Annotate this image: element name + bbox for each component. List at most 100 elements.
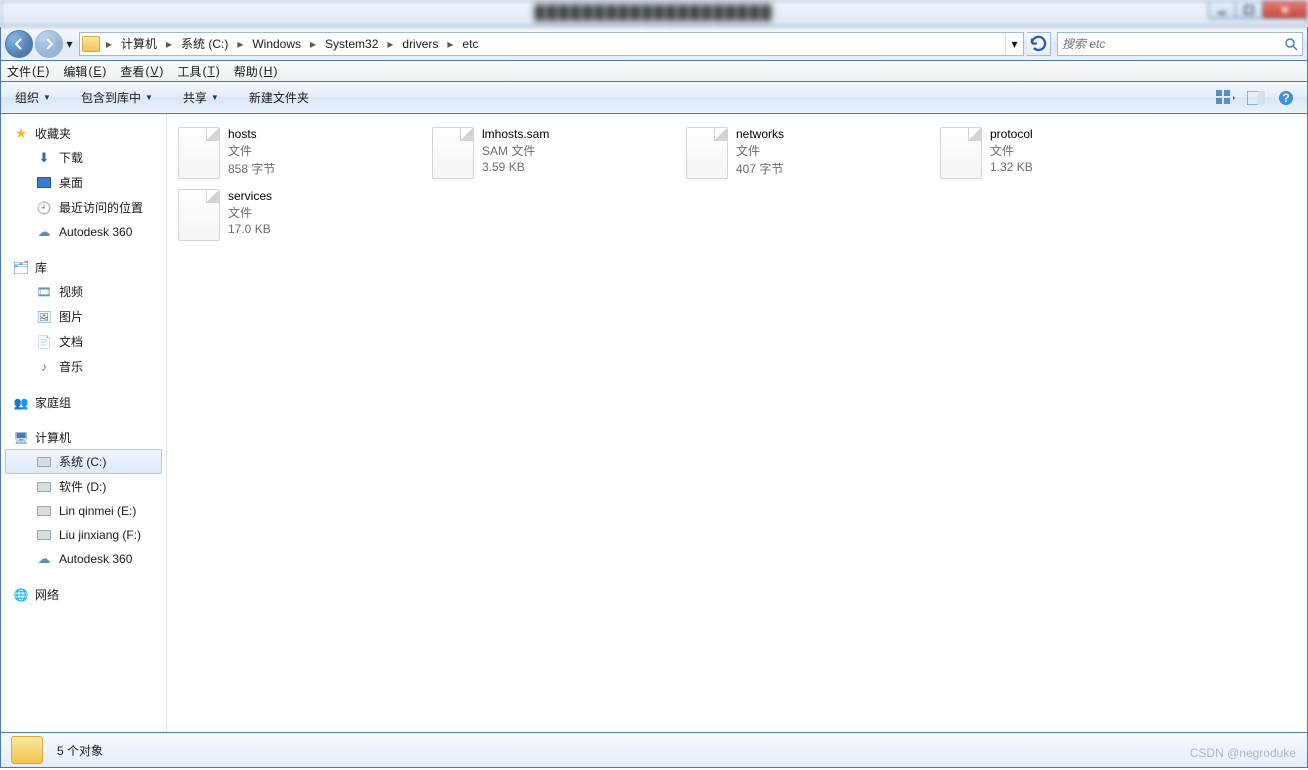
chevron-down-icon: ▼ [145,93,153,102]
sidebar-item-drive-c[interactable]: 系统 (C:) [5,449,162,474]
computer-header[interactable]: 🖥计算机 [1,426,166,449]
desktop-icon [36,175,52,191]
explorer-body: ★收藏夹 ⬇下载 桌面 🕘最近访问的位置 ☁Autodesk 360 🗂库 🎞视… [0,114,1308,732]
crumb-etc[interactable]: etc [457,37,483,51]
close-button[interactable] [1262,1,1308,19]
crumb-windows[interactable]: Windows [247,37,306,51]
minimize-button[interactable] [1208,1,1236,19]
crumb-computer[interactable]: 计算机 [116,35,162,52]
forward-button[interactable] [35,30,63,58]
navigation-pane: ★收藏夹 ⬇下载 桌面 🕘最近访问的位置 ☁Autodesk 360 🗂库 🎞视… [1,114,167,732]
command-bar: 组织▼ 包含到库中▼ 共享▼ 新建文件夹 ? [0,82,1308,114]
sidebar-item-recent[interactable]: 🕘最近访问的位置 [5,195,162,220]
include-in-library-button[interactable]: 包含到库中▼ [75,85,159,110]
menu-file[interactable]: 文件(F) [7,63,49,80]
window-titlebar: ████████████████████ [0,0,1308,27]
address-dropdown[interactable]: ▾ [1005,33,1023,55]
file-icon [940,127,982,179]
file-type: 文件 [990,142,1033,159]
breadcrumb: ▸ 计算机 ▸ 系统 (C:) ▸ Windows ▸ System32 ▸ d… [102,33,483,55]
file-item[interactable]: services 文件 17.0 KB [171,184,425,246]
file-list[interactable]: hosts 文件 858 字节 lmhosts.sam SAM 文件 3.59 … [167,114,1307,732]
recent-icon: 🕘 [36,200,52,216]
file-type: 文件 [228,142,275,159]
sidebar-item-downloads[interactable]: ⬇下载 [5,145,162,170]
sidebar-item-documents[interactable]: 📄文档 [5,329,162,354]
maximize-button[interactable] [1235,1,1263,19]
sidebar-item-pictures[interactable]: 🖼图片 [5,304,162,329]
file-icon [686,127,728,179]
file-item[interactable]: lmhosts.sam SAM 文件 3.59 KB [425,122,679,184]
menu-view[interactable]: 查看(V) [120,63,163,80]
sidebar-item-videos[interactable]: 🎞视频 [5,279,162,304]
star-icon: ★ [13,126,29,142]
network-header[interactable]: 🌐网络 [1,583,166,606]
computer-icon: 🖥 [13,430,29,446]
libraries-header[interactable]: 🗂库 [1,256,166,279]
sidebar-item-drive-d[interactable]: 软件 (D:) [5,474,162,499]
refresh-button[interactable] [1027,32,1051,56]
chevron-right-icon[interactable]: ▸ [162,37,176,51]
picture-icon: 🖼 [36,309,52,325]
file-icon [178,189,220,241]
homegroup-header[interactable]: 👥家庭组 [1,391,166,414]
download-icon: ⬇ [36,150,52,166]
menu-help[interactable]: 帮助(H) [234,63,278,80]
file-size: 17.0 KB [228,222,272,236]
file-name: hosts [228,127,275,141]
chevron-right-icon[interactable]: ▸ [383,37,397,51]
sidebar-item-desktop[interactable]: 桌面 [5,170,162,195]
sidebar-item-music[interactable]: ♪音乐 [5,354,162,379]
file-name: services [228,189,272,203]
network-group: 🌐网络 [1,583,166,606]
watermark: CSDN @negroduke [1190,746,1296,760]
music-icon: ♪ [36,359,52,375]
help-button[interactable]: ? [1273,86,1299,110]
file-icon [178,127,220,179]
crumb-system32[interactable]: System32 [320,37,383,51]
history-dropdown[interactable]: ▾ [63,32,76,56]
favorites-header[interactable]: ★收藏夹 [1,122,166,145]
chevron-right-icon[interactable]: ▸ [233,37,247,51]
libraries-group: 🗂库 🎞视频 🖼图片 📄文档 ♪音乐 [1,256,166,379]
chevron-down-icon: ▼ [43,93,51,102]
crumb-drivers[interactable]: drivers [397,37,443,51]
sidebar-item-drive-e[interactable]: Lin qinmei (E:) [5,499,162,523]
favorites-group: ★收藏夹 ⬇下载 桌面 🕘最近访问的位置 ☁Autodesk 360 [1,122,166,244]
drive-icon [36,454,52,470]
file-name: protocol [990,127,1033,141]
organize-button[interactable]: 组织▼ [9,85,57,110]
cloud-icon: ☁ [36,551,52,567]
computer-group: 🖥计算机 系统 (C:) 软件 (D:) Lin qinmei (E:) Liu… [1,426,166,571]
chevron-right-icon[interactable]: ▸ [443,37,457,51]
file-item[interactable]: hosts 文件 858 字节 [171,122,425,184]
menu-edit[interactable]: 编辑(E) [63,63,106,80]
preview-pane-button[interactable] [1243,86,1269,110]
cloud-icon: ☁ [36,224,52,240]
crumb-c[interactable]: 系统 (C:) [176,35,233,52]
search-input[interactable] [1062,37,1284,51]
homegroup-icon: 👥 [13,395,29,411]
view-options-button[interactable] [1213,86,1239,110]
file-type: 文件 [228,204,272,221]
share-button[interactable]: 共享▼ [177,85,225,110]
sidebar-item-autodesk360-2[interactable]: ☁Autodesk 360 [5,547,162,571]
nav-row: ▾ ▸ 计算机 ▸ 系统 (C:) ▸ Windows ▸ System32 ▸… [0,27,1308,61]
svg-text:?: ? [1282,91,1289,105]
file-item[interactable]: protocol 文件 1.32 KB [933,122,1187,184]
search-icon [1284,37,1298,51]
menu-tools[interactable]: 工具(T) [177,63,219,80]
sidebar-item-drive-f[interactable]: Liu jinxiang (F:) [5,523,162,547]
sidebar-item-autodesk360[interactable]: ☁Autodesk 360 [5,220,162,244]
chevron-right-icon[interactable]: ▸ [102,37,116,51]
file-name: networks [736,127,784,141]
back-button[interactable] [5,30,33,58]
document-icon: 📄 [36,334,52,350]
chevron-right-icon[interactable]: ▸ [306,37,320,51]
file-item[interactable]: networks 文件 407 字节 [679,122,933,184]
drive-icon [36,503,52,519]
new-folder-button[interactable]: 新建文件夹 [243,85,315,110]
file-name: lmhosts.sam [482,127,549,141]
address-bar[interactable]: ▸ 计算机 ▸ 系统 (C:) ▸ Windows ▸ System32 ▸ d… [79,32,1024,56]
search-box[interactable] [1057,32,1303,56]
